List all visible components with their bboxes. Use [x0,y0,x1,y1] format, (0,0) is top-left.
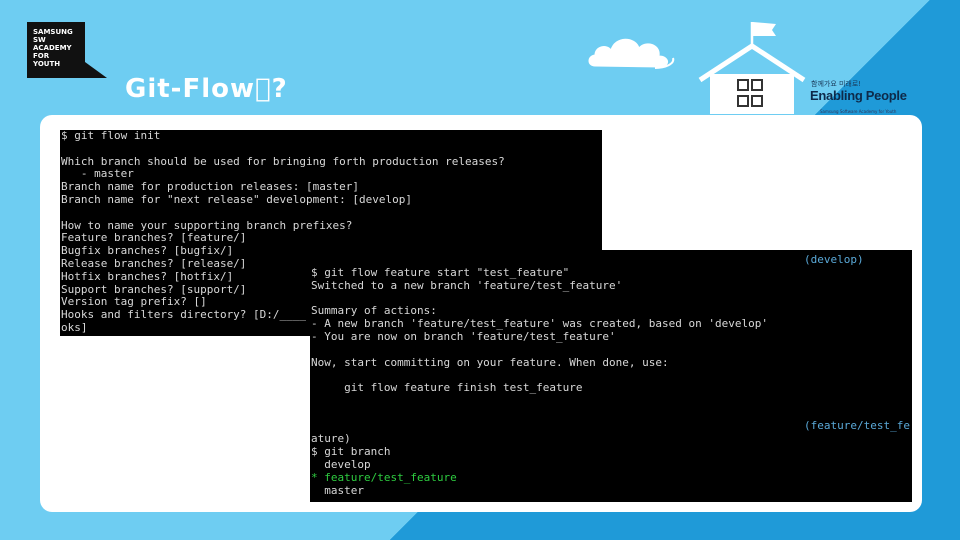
cloud-icon [588,38,675,69]
terminal-feature-start: (develop) (feature/test_fe $ git flow fe… [310,250,912,502]
terminal-line: Now, start committing on your feature. W… [311,355,669,369]
terminal-branch-label-develop: (develop) [804,253,864,266]
terminal-line: Switched to a new branch 'feature/test_f… [311,278,623,292]
terminal-line: master [311,483,364,497]
terminal-line: $ git flow init [61,130,161,142]
terminal-line: Release branches? [release/] [61,257,247,270]
terminal-line: $ git flow feature start "test_feature" [311,266,570,279]
terminal-line: Hotfix branches? [hotfix/] [61,269,234,283]
house-icon [698,22,806,114]
terminal-line: * feature/test_feature [311,470,457,484]
terminal-branch-label-feature: (feature/test_fe [804,419,910,432]
brand-subtext: Samsung Software Academy for Youth [820,109,897,114]
terminal-line: Hooks and filters directory? [D:/____ [61,308,307,322]
page-title: Git-Flow ? [125,74,288,104]
terminal-line: oks] [61,321,88,334]
brand-name: Enabling People [810,88,907,103]
terminal-line: git flow feature finish test_feature [311,381,583,395]
academy-logo-text: SAMSUNG SW ACADEMY FOR YOUTH [33,28,73,68]
terminal-line: - You are now on branch 'feature/test_fe… [311,330,616,343]
terminal-line: develop [311,458,371,471]
terminal-line: Branch name for "next release" developme… [61,193,412,206]
